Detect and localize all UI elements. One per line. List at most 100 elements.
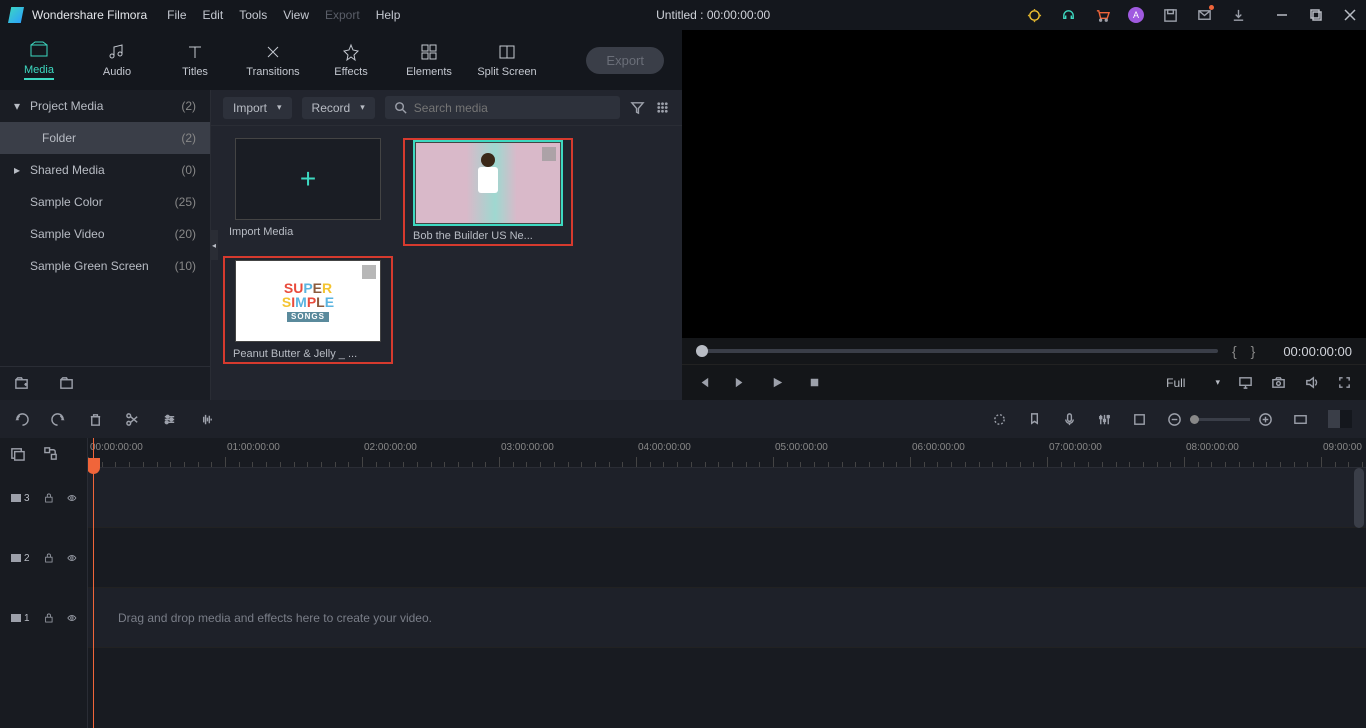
fullscreen-icon[interactable] bbox=[1337, 375, 1352, 390]
menu-tools[interactable]: Tools bbox=[239, 8, 267, 22]
track-row[interactable]: Drag and drop media and effects here to … bbox=[88, 588, 1366, 648]
preview-canvas[interactable] bbox=[682, 30, 1366, 338]
undo-button[interactable] bbox=[14, 412, 29, 427]
lock-icon[interactable] bbox=[44, 552, 54, 564]
redo-button[interactable] bbox=[51, 412, 66, 427]
message-icon[interactable] bbox=[1196, 7, 1212, 23]
preview-timecode: 00:00:00:00 bbox=[1283, 344, 1352, 359]
menu-view[interactable]: View bbox=[283, 8, 309, 22]
preview-scrubber[interactable] bbox=[696, 349, 1218, 353]
cart-icon[interactable] bbox=[1094, 7, 1110, 23]
import-dropdown[interactable]: Import▾ bbox=[223, 97, 292, 119]
lock-icon[interactable] bbox=[44, 612, 54, 624]
track-row[interactable] bbox=[88, 528, 1366, 588]
zoom-out-icon[interactable] bbox=[1167, 412, 1182, 427]
tab-effects[interactable]: Effects bbox=[312, 30, 390, 90]
tips-icon[interactable] bbox=[1026, 7, 1042, 23]
sidebar-collapse-handle[interactable]: ◂ bbox=[210, 230, 218, 260]
sidebar-item-sample-color[interactable]: Sample Color(25) bbox=[0, 186, 210, 218]
zoom-fit-icon[interactable] bbox=[1293, 412, 1308, 427]
track-gutter[interactable]: 3 bbox=[0, 468, 87, 528]
track-manage-icon[interactable] bbox=[10, 446, 25, 461]
media-item-peanut[interactable]: SUPERSIMPLESONGS Peanut Butter & Jelly _… bbox=[223, 256, 393, 364]
zoom-slider[interactable] bbox=[1190, 418, 1250, 421]
visibility-icon[interactable] bbox=[67, 492, 77, 504]
sidebar-item-shared-media[interactable]: ▸Shared Media(0) bbox=[0, 154, 210, 186]
media-grid: + Import Media Bob the Builder US Ne... … bbox=[211, 126, 682, 400]
edit-button[interactable] bbox=[162, 412, 177, 427]
preview-quality-select[interactable]: Full▾ bbox=[1166, 376, 1220, 390]
mixer-icon[interactable] bbox=[1097, 412, 1112, 427]
sidebar-item-sample-green-screen[interactable]: Sample Green Screen(10) bbox=[0, 250, 210, 282]
sidebar-item-folder[interactable]: Folder(2) bbox=[0, 122, 210, 154]
tab-media[interactable]: Media bbox=[0, 30, 78, 90]
zoom-in-icon[interactable] bbox=[1258, 412, 1273, 427]
tab-elements[interactable]: Elements bbox=[390, 30, 468, 90]
in-out-brackets[interactable]: {} bbox=[1232, 343, 1269, 359]
media-type-icon bbox=[362, 265, 376, 279]
main-menu: File Edit Tools View Export Help bbox=[167, 8, 400, 22]
media-item-bob[interactable]: Bob the Builder US Ne... bbox=[403, 138, 573, 246]
marker-icon[interactable] bbox=[1027, 412, 1042, 427]
sidebar-item-project-media[interactable]: ▾Project Media(2) bbox=[0, 90, 210, 122]
account-avatar[interactable]: A bbox=[1128, 7, 1144, 23]
support-icon[interactable] bbox=[1060, 7, 1076, 23]
split-button[interactable] bbox=[125, 412, 140, 427]
render-icon[interactable] bbox=[992, 412, 1007, 427]
maximize-button[interactable] bbox=[1308, 7, 1324, 23]
snapshot-icon[interactable] bbox=[1271, 375, 1286, 390]
track-hint: Drag and drop media and effects here to … bbox=[118, 611, 432, 625]
save-icon[interactable] bbox=[1162, 7, 1178, 23]
prev-frame-button[interactable] bbox=[696, 375, 711, 390]
download-icon[interactable] bbox=[1230, 7, 1246, 23]
timeline-tracks[interactable]: 00:00:00:0001:00:00:0002:00:00:0003:00:0… bbox=[88, 438, 1366, 728]
close-button[interactable] bbox=[1342, 7, 1358, 23]
lock-icon[interactable] bbox=[44, 492, 54, 504]
record-dropdown[interactable]: Record▾ bbox=[302, 97, 375, 119]
next-frame-button[interactable] bbox=[733, 375, 748, 390]
menu-export: Export bbox=[325, 8, 360, 22]
project-title: Untitled : 00:00:00:00 bbox=[400, 8, 1026, 22]
filter-icon[interactable] bbox=[630, 100, 645, 115]
tab-transitions[interactable]: Transitions bbox=[234, 30, 312, 90]
tab-audio[interactable]: Audio bbox=[78, 30, 156, 90]
search-media-input[interactable] bbox=[385, 96, 620, 119]
new-folder-icon[interactable] bbox=[14, 376, 29, 391]
track-link-icon[interactable] bbox=[43, 446, 58, 461]
view-toggle[interactable] bbox=[1328, 410, 1352, 428]
plus-icon: + bbox=[300, 163, 316, 195]
tab-split-screen[interactable]: Split Screen bbox=[468, 30, 546, 90]
visibility-icon[interactable] bbox=[67, 552, 77, 564]
media-sidebar: ▾Project Media(2) Folder(2) ▸Shared Medi… bbox=[0, 90, 210, 400]
voiceover-icon[interactable] bbox=[1062, 412, 1077, 427]
crop-icon[interactable] bbox=[1132, 412, 1147, 427]
timeline-ruler[interactable]: 00:00:00:0001:00:00:0002:00:00:0003:00:0… bbox=[88, 438, 1366, 468]
audio-edit-button[interactable] bbox=[199, 412, 214, 427]
timeline-scrollbar[interactable] bbox=[1354, 468, 1364, 528]
preview-panel: {} 00:00:00:00 Full▾ bbox=[682, 30, 1366, 400]
tab-titles[interactable]: Titles bbox=[156, 30, 234, 90]
media-toolbar: Import▾ Record▾ bbox=[211, 90, 682, 126]
playhead[interactable] bbox=[93, 438, 94, 728]
volume-icon[interactable] bbox=[1304, 375, 1319, 390]
play-button[interactable] bbox=[770, 375, 785, 390]
import-media-tile[interactable]: + Import Media bbox=[223, 138, 393, 246]
menu-edit[interactable]: Edit bbox=[203, 8, 224, 22]
minimize-button[interactable] bbox=[1274, 7, 1290, 23]
delete-button[interactable] bbox=[88, 412, 103, 427]
stop-button[interactable] bbox=[807, 375, 822, 390]
titlebar: Wondershare Filmora File Edit Tools View… bbox=[0, 0, 1366, 30]
zoom-control[interactable] bbox=[1167, 412, 1273, 427]
menu-help[interactable]: Help bbox=[376, 8, 401, 22]
folder-icon[interactable] bbox=[59, 376, 74, 391]
track-gutter[interactable]: 1 bbox=[0, 588, 87, 648]
visibility-icon[interactable] bbox=[67, 612, 77, 624]
menu-file[interactable]: File bbox=[167, 8, 186, 22]
search-icon bbox=[393, 100, 408, 115]
display-icon[interactable] bbox=[1238, 375, 1253, 390]
media-type-icon bbox=[542, 147, 556, 161]
track-gutter[interactable]: 2 bbox=[0, 528, 87, 588]
track-row[interactable] bbox=[88, 468, 1366, 528]
grid-view-icon[interactable] bbox=[655, 100, 670, 115]
sidebar-item-sample-video[interactable]: Sample Video(20) bbox=[0, 218, 210, 250]
